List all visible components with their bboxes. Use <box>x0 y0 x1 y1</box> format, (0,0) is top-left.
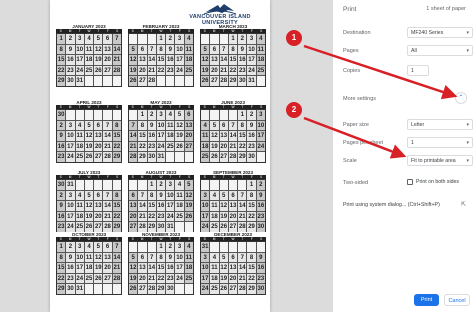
annotation-arrows <box>303 44 458 159</box>
arrow-1 <box>303 44 458 100</box>
arrow-2 <box>303 116 407 159</box>
annotation-marker-2: 2 <box>286 102 302 118</box>
annotation-marker-1: 1 <box>286 30 302 46</box>
